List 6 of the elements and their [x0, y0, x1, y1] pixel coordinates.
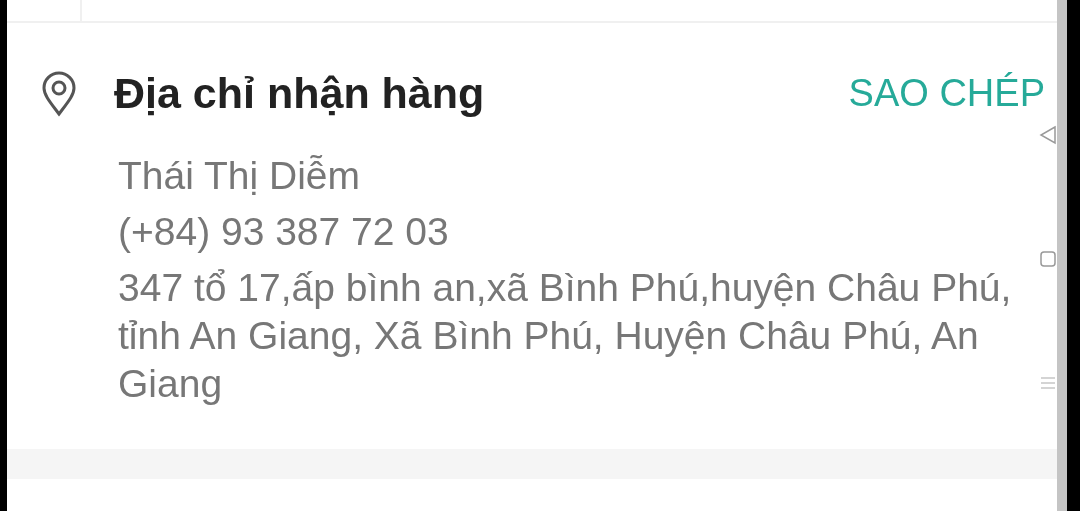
section-title: Địa chỉ nhận hàng: [114, 69, 486, 118]
copy-button[interactable]: SAO CHÉP: [848, 72, 1045, 115]
address-text: 347 tổ 17,ấp bình an,xã Bình Phú,huyện Châu Phú, tỉnh An Giang, Xã Bình Phú, Huyện Châu Phú, An Giang: [118, 265, 1013, 407]
recipient-name: Thái Thị Diễm: [118, 153, 362, 199]
phone-number: (+84) 93 387 72 03: [118, 209, 450, 255]
location-pin-icon: [40, 70, 78, 117]
